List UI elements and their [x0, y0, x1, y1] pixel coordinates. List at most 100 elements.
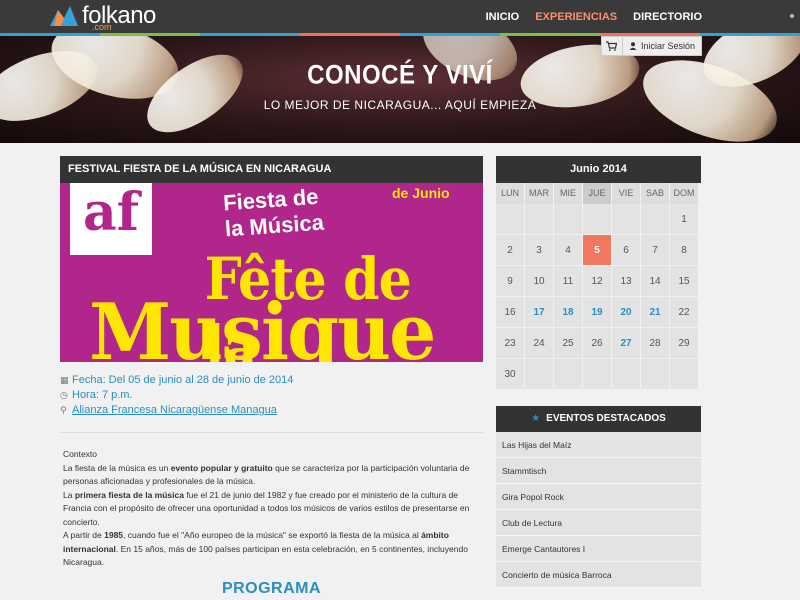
weekday-label: JUE [583, 183, 612, 204]
weekday-label: MIE [554, 183, 583, 204]
map-marker-icon: ⚲ [60, 405, 67, 415]
calendar-empty-cell [583, 204, 612, 235]
poster-big-text: Musique [89, 287, 436, 362]
weekday-label: DOM [670, 183, 699, 204]
featured-event-item[interactable]: Gira Popol Rock [496, 484, 701, 510]
calendar-day[interactable]: 18 [554, 297, 583, 328]
hero-actions: Iniciar Sesión [600, 36, 702, 56]
nav-directorio[interactable]: DIRECTORIO [633, 11, 702, 23]
calendar-empty-cell [670, 359, 699, 390]
calendar-day[interactable]: 5 [583, 235, 612, 266]
calendar-weekdays: LUN MAR MIE JUE VIE SAB DOM [496, 183, 701, 204]
calendar-day[interactable]: 15 [670, 266, 699, 297]
calendar-day[interactable]: 21 [641, 297, 670, 328]
nav-inicio[interactable]: INICIO [486, 11, 520, 23]
calendar-day[interactable]: 30 [496, 359, 525, 390]
calendar-day[interactable]: 13 [612, 266, 641, 297]
calendar-day[interactable]: 23 [496, 328, 525, 359]
calendar-day[interactable]: 19 [583, 297, 612, 328]
calendar-day[interactable]: 20 [612, 297, 641, 328]
calendar-empty-cell [525, 359, 554, 390]
clock-icon: ◷ [60, 390, 68, 400]
calendar-day[interactable]: 4 [554, 235, 583, 266]
calendar-day[interactable]: 14 [641, 266, 670, 297]
calendar-day[interactable]: 7 [641, 235, 670, 266]
calendar-day[interactable]: 1 [670, 204, 699, 235]
calendar-day[interactable]: 22 [670, 297, 699, 328]
poster-date: de Junio [392, 185, 450, 201]
calendar-day[interactable]: 27 [612, 328, 641, 359]
event-venue: ⚲ Alianza Francesa Nicaragüense Managua [60, 403, 490, 418]
programa-heading: PROGRAMA [221, 580, 322, 597]
paragraph: La primera fiesta de la música fue el 21… [63, 489, 470, 527]
calendar-empty-cell [496, 204, 525, 235]
calendar-day[interactable]: 26 [583, 328, 612, 359]
calendar-title: Junio 2014 [496, 156, 701, 183]
calendar-icon: ▦ [60, 375, 69, 385]
event-description: Contexto La fiesta de la música es un ev… [63, 448, 483, 570]
calendar-empty-cell [583, 359, 612, 390]
login-button[interactable]: Iniciar Sesión [622, 36, 702, 56]
calendar-day[interactable]: 29 [670, 328, 699, 359]
top-navbar: folkano .com INICIO EXPERIENCIAS DIRECTO… [0, 0, 800, 33]
star-icon: ★ [531, 413, 541, 424]
calendar-day[interactable]: 11 [554, 266, 583, 297]
venue-link[interactable]: Alianza Francesa Nicaragüense Managua [72, 403, 277, 418]
poster-heading: Fiesta de la Música [222, 184, 324, 243]
login-label: Iniciar Sesión [640, 41, 695, 51]
user-icon [629, 42, 637, 50]
calendar-widget: Junio 2014 LUN MAR MIE JUE VIE SAB DOM 1234567… [496, 156, 701, 390]
calendar-day[interactable]: 28 [641, 328, 670, 359]
calendar-day[interactable]: 3 [525, 235, 554, 266]
calendar-day[interactable]: 2 [496, 235, 525, 266]
calendar-empty-cell [525, 204, 554, 235]
paragraph: La fiesta de la música es un evento popu… [63, 462, 470, 487]
paragraph: A partir de 1985, cuando fue el "Año eur… [63, 530, 468, 567]
event-time-text: Hora: 7 p.m. [72, 389, 133, 401]
divider [60, 432, 483, 433]
featured-event-item[interactable]: Concierto de música Barroca [496, 562, 701, 588]
calendar-day[interactable]: 9 [496, 266, 525, 297]
calendar-day[interactable]: 25 [554, 328, 583, 359]
calendar-day[interactable]: 16 [496, 297, 525, 328]
calendar-empty-cell [554, 359, 583, 390]
poster-heading-line: la Música [224, 209, 325, 242]
hero-subtitle: LO MEJOR DE NICARAGUA... AQUÍ EMPIEZA [263, 98, 537, 112]
featured-event-item[interactable]: Stammtisch [496, 458, 701, 484]
featured-events: ★ EVENTOS DESTACADOS Las Hijas del Maíz St… [496, 406, 701, 588]
event-time: ◷ Hora: 7 p.m. [60, 388, 490, 403]
hero-banner: CONOCÉ Y VIVÍ LO MEJOR DE NICARAGUA... A… [0, 36, 800, 143]
weekday-label: VIE [612, 183, 641, 204]
featured-event-item[interactable]: Club de Lectura [496, 510, 701, 536]
nav-dot [790, 14, 794, 18]
context-heading: Contexto [63, 449, 98, 459]
featured-header: ★ EVENTOS DESTACADOS [496, 406, 701, 432]
calendar-day[interactable]: 8 [670, 235, 699, 266]
calendar-day[interactable]: 10 [525, 266, 554, 297]
featured-title: EVENTOS DESTACADOS [546, 413, 666, 424]
poster-logo: af [70, 183, 152, 255]
weekday-label: LUN [496, 183, 525, 204]
event-date: ▦ Fecha: Del 05 de junio al 28 de junio … [60, 373, 490, 388]
calendar-day[interactable]: 24 [525, 328, 554, 359]
featured-event-item[interactable]: Emerge Cantautores I [496, 536, 701, 562]
logo-domain: .com [92, 22, 112, 32]
cart-icon [606, 41, 618, 51]
featured-list: Las Hijas del Maíz Stammtisch Gira Popol R… [496, 432, 701, 588]
calendar-empty-cell [612, 204, 641, 235]
calendar-day[interactable]: 12 [583, 266, 612, 297]
weekday-label: SAB [641, 183, 670, 204]
weekday-label: MAR [525, 183, 554, 204]
nav-experiencias[interactable]: EXPERIENCIAS [535, 11, 617, 23]
calendar-day[interactable]: 6 [612, 235, 641, 266]
hero-title: CONOCÉ Y VIVÍ [307, 60, 493, 91]
event-poster: af Fiesta de la Música de Junio Fête de … [60, 183, 483, 362]
calendar-empty-cell [641, 204, 670, 235]
featured-event-item[interactable]: Las Hijas del Maíz [496, 432, 701, 458]
calendar-grid: 1 2 3 4 5 6 7 8 9 10 11 12 13 14 15 16 17 18 19 20 21 22 23 24 2… [496, 204, 701, 390]
cart-button[interactable] [600, 36, 623, 56]
calendar-empty-cell [554, 204, 583, 235]
calendar-day[interactable]: 17 [525, 297, 554, 328]
event-details: ▦ Fecha: Del 05 de junio al 28 de junio … [60, 373, 490, 418]
event-title: FESTIVAL FIESTA DE LA MÚSICA EN NICARAGU… [60, 156, 483, 183]
